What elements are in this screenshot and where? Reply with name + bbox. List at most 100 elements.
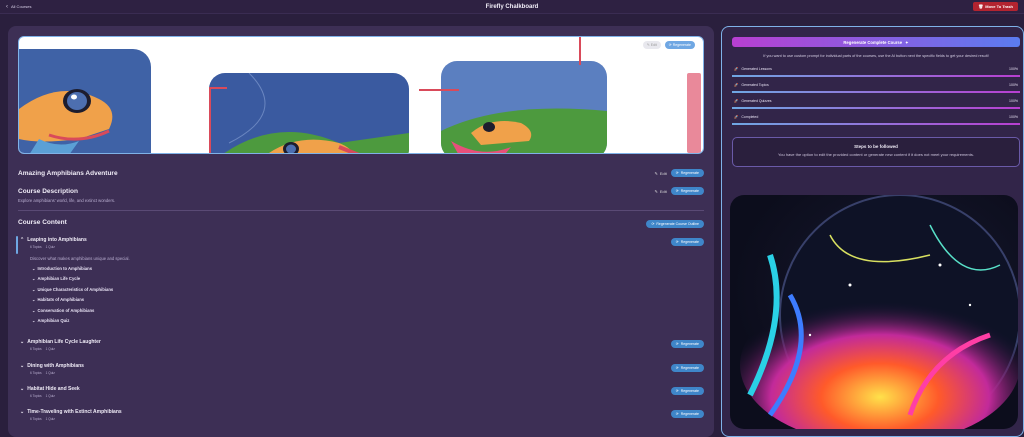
progress-bar [732, 107, 1020, 109]
title-regenerate-button[interactable]: ⟳ Regenerate [670, 169, 704, 177]
module-regenerate-button[interactable]: ⟳ Regenerate [670, 364, 704, 372]
module-regenerate-label: Regenerate [680, 342, 699, 346]
chevron-down-icon: ⌄ [32, 297, 36, 303]
lesson-title: Conservation of Amphibians [37, 307, 95, 313]
module-quiz: 1 Quiz [45, 371, 55, 375]
rocket-icon: 🚀 [734, 83, 739, 87]
banner-decoration [579, 37, 581, 65]
lesson-title: Amphibian Quiz [37, 318, 70, 324]
stat-value: 100% [1009, 67, 1018, 71]
edit-icon: ✎ [646, 43, 650, 47]
course-title: Amazing Amphibians Adventure [18, 170, 118, 177]
course-description: Explore amphibians' world, life, and ext… [18, 198, 116, 203]
chevron-down-icon: ⌄ [20, 363, 25, 369]
chevron-left-icon: ‹ [6, 3, 8, 10]
lesson-title: Introduction to Amphibians [37, 265, 93, 271]
module-item[interactable]: ⌄ Time-Traveling with Extinct Amphibians … [20, 409, 122, 421]
course-title-row: Amazing Amphibians Adventure [18, 170, 118, 177]
steps-box: Steps to be followed You have the option… [732, 137, 1020, 167]
course-cover-art [730, 195, 1018, 429]
divider [18, 210, 704, 211]
stat-value: 100% [1009, 99, 1018, 103]
stat-label: Generated Quizzes [741, 99, 772, 103]
rocket-icon: 🚀 [734, 99, 739, 103]
refresh-icon: ⟳ [675, 389, 679, 393]
module-quiz: 1 Quiz [45, 417, 55, 421]
stat-label: Generated Topics [741, 83, 769, 87]
lesson-item[interactable]: ⌄ Introduction to Amphibians [32, 263, 113, 274]
chevron-down-icon: ⌄ [32, 307, 36, 313]
banner-edit-label: Edit [650, 43, 657, 47]
module-item[interactable]: ⌄ Habitat Hide and Seek 6 Topics 1 Quiz [20, 386, 80, 398]
module-title: Amphibian Life Cycle Laughter [27, 339, 101, 345]
title-edit-button[interactable]: ✎ Edit [655, 171, 667, 176]
module-quiz: 1 Quiz [45, 245, 55, 249]
regenerate-outline-button[interactable]: ⟳ Regenerate Course Outline [646, 220, 704, 228]
lesson-item[interactable]: ⌄ Unique Characteristics of Amphibians [32, 284, 113, 295]
move-to-trash-button[interactable]: 🗑 Move To Trash [973, 2, 1018, 11]
stat-row: 🚀 Generated Topics 100% [732, 79, 1020, 91]
module-quiz: 1 Quiz [45, 347, 55, 351]
lesson-item[interactable]: ⌄ Amphibian Quiz [32, 316, 113, 327]
regenerate-course-label: Regenerate Complete Course [843, 39, 903, 45]
banner-decoration [209, 87, 227, 89]
refresh-icon: ⟳ [675, 412, 679, 416]
title-edit-label: Edit [659, 170, 667, 176]
top-bar: ‹ All Courses Firefly Chalkboard 🗑 Move … [0, 0, 1024, 14]
chevron-down-icon: ⌄ [32, 265, 36, 271]
banner-edit-button[interactable]: ✎ Edit [642, 41, 661, 49]
description-edit-button[interactable]: ✎ Edit [655, 189, 667, 194]
module-regenerate-button[interactable]: ⟳ Regenerate [670, 410, 704, 418]
module-title: Time-Traveling with Extinct Amphibians [27, 409, 122, 415]
module-description-row: Discover what makes amphibians unique an… [30, 256, 130, 261]
lesson-title: Amphibian Life Cycle [37, 276, 81, 282]
banner-decoration [419, 89, 459, 91]
stat-value: 100% [1009, 115, 1018, 119]
module-regenerate-label: Regenerate [680, 412, 699, 416]
description-heading: Course Description [18, 188, 78, 195]
description-regenerate-button[interactable]: ⟳ Regenerate [670, 187, 704, 195]
back-link[interactable]: ‹ All Courses [6, 4, 31, 10]
stat-row: 🚀 Completed 100% [732, 111, 1020, 123]
description-heading-row: Course Description [18, 188, 78, 195]
module-regenerate-button[interactable]: ⟳ Regenerate [670, 387, 704, 395]
description-row: Explore amphibians' world, life, and ext… [18, 198, 115, 203]
page-title: Firefly Chalkboard [485, 3, 539, 10]
outline-button-label: Regenerate Course Outline [656, 222, 699, 226]
banner-regenerate-label: Regenerate [672, 43, 691, 47]
stat-row: 🚀 Generated Quizzes 100% [732, 95, 1020, 107]
refresh-icon: ⟳ [675, 342, 679, 346]
progress-bar [732, 75, 1020, 77]
refresh-icon: ⟳ [651, 222, 655, 226]
module-description: Discover what makes amphibians unique an… [30, 256, 130, 261]
stat-value: 100% [1009, 83, 1018, 87]
lesson-item[interactable]: ⌄ Conservation of Amphibians [32, 305, 113, 316]
refresh-icon: ⟳ [675, 240, 679, 244]
module-regenerate-button[interactable]: ⟳ Regenerate [670, 238, 704, 246]
refresh-icon: ⟳ [675, 366, 679, 370]
module-item[interactable]: ⌄ Dining with Amphibians 6 Topics 1 Quiz [20, 363, 84, 375]
chevron-down-icon: ⌄ [32, 286, 36, 292]
progress-bar [732, 123, 1020, 125]
back-label: All Courses [11, 4, 32, 9]
regenerate-complete-course-button[interactable]: Regenerate Complete Course ✦ [732, 37, 1020, 47]
course-editor-panel: ✎ Edit ⟳ Regenerate Amazing Amphibians A… [8, 26, 714, 437]
lesson-item[interactable]: ⌄ Habitats of Amphibians [32, 295, 113, 306]
module-topics: 6 Topics [30, 347, 42, 351]
lesson-title: Unique Characteristics of Amphibians [37, 286, 114, 292]
steps-text: You have the option to edit the provided… [778, 152, 974, 157]
chevron-up-icon: ⌃ [20, 237, 25, 243]
lesson-list: ⌄ Introduction to Amphibians ⌄ Amphibian L… [20, 263, 113, 326]
module-regenerate-label: Regenerate [680, 366, 699, 370]
lesson-item[interactable]: ⌄ Amphibian Life Cycle [32, 274, 113, 285]
module-title: Habitat Hide and Seek [27, 386, 80, 392]
banner-regenerate-button[interactable]: ⟳ Regenerate [664, 41, 695, 49]
refresh-icon: ⟳ [675, 189, 679, 193]
progress-bar [732, 91, 1020, 93]
module-item[interactable]: ⌄ Amphibian Life Cycle Laughter 6 Topics 1… [20, 339, 101, 351]
module-regenerate-button[interactable]: ⟳ Regenerate [670, 340, 704, 348]
module-item[interactable]: ⌃ Leaping into Amphibians 6 Topics 1 Quiz [20, 237, 87, 249]
rocket-icon: 🚀 [734, 67, 739, 71]
stat-label: Generated Lessons [741, 67, 772, 71]
module-topics: 6 Topics [30, 371, 42, 375]
